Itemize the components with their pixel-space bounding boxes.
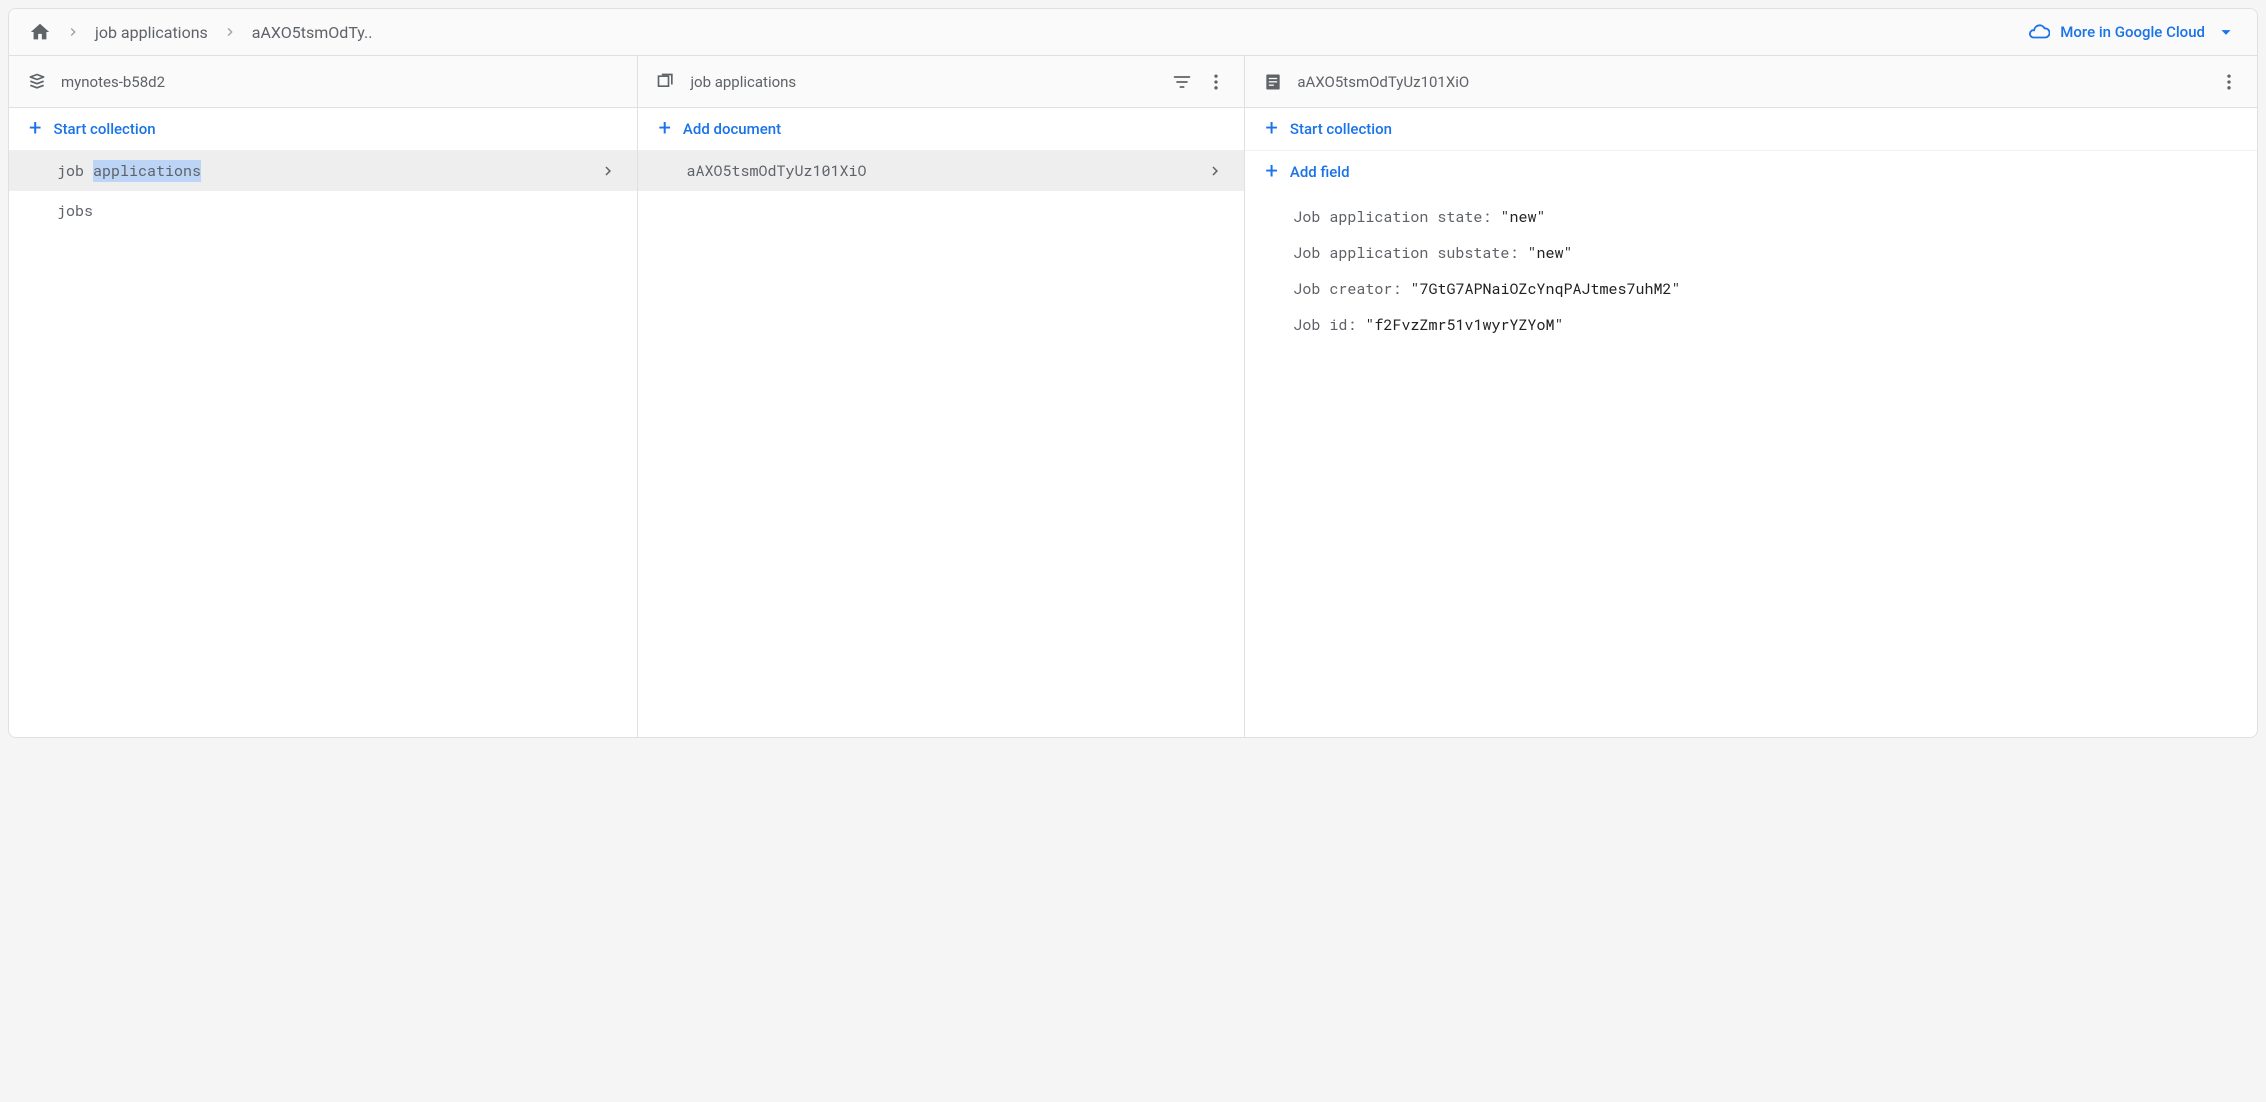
document-item[interactable]: aAXO5tsmOdTyUz101XiO — [638, 151, 1244, 191]
chevron-down-icon — [2215, 21, 2237, 43]
collection-icon — [656, 72, 676, 92]
plus-icon: + — [1265, 120, 1277, 138]
chevron-right-icon — [222, 24, 238, 40]
firestore-panel: job applications aAXO5tsmOdTy.. More in … — [8, 8, 2258, 738]
start-collection-button[interactable]: + Start collection — [9, 108, 637, 151]
plus-icon: + — [1265, 163, 1277, 181]
plus-icon: + — [29, 120, 41, 138]
field-value: 7GtG7APNaiOZcYnqPAJtmes7uhM2 — [1419, 279, 1671, 299]
collection-name-highlight: applications — [93, 160, 201, 182]
more-in-google-cloud-label: More in Google Cloud — [2060, 23, 2205, 41]
document-icon — [1263, 72, 1283, 92]
column-root-header: mynotes-b58d2 — [9, 56, 637, 108]
column-collection-header: job applications — [638, 56, 1244, 108]
chevron-right-icon — [65, 24, 81, 40]
add-field-label: Add field — [1290, 163, 1350, 181]
more-vert-icon[interactable] — [1206, 72, 1226, 92]
field-row[interactable]: Job application state: "new" — [1245, 199, 2257, 235]
column-document-header: aAXO5tsmOdTyUz101XiO — [1245, 56, 2257, 108]
column-root: mynotes-b58d2 + Start collection job app… — [9, 56, 638, 737]
breadcrumb: job applications aAXO5tsmOdTy.. — [29, 21, 372, 43]
doc-start-collection-label: Start collection — [1290, 120, 1392, 138]
documents-list: aAXO5tsmOdTyUz101XiO — [638, 151, 1244, 737]
collection-item[interactable]: jobs — [9, 191, 637, 231]
field-key: Job application state — [1293, 207, 1482, 227]
collection-item[interactable]: job applications — [9, 151, 637, 191]
breadcrumb-bar: job applications aAXO5tsmOdTy.. More in … — [9, 9, 2257, 56]
field-row[interactable]: Job creator: "7GtG7APNaiOZcYnqPAJtmes7uh… — [1245, 271, 2257, 307]
breadcrumb-document[interactable]: aAXO5tsmOdTy.. — [252, 23, 373, 42]
root-title: mynotes-b58d2 — [61, 73, 165, 91]
fields-list: Job application state: "new" Job applica… — [1245, 193, 2257, 349]
field-row[interactable]: Job application substate: "new" — [1245, 235, 2257, 271]
collection-name-prefix: jobs — [57, 201, 93, 221]
chevron-right-icon — [599, 162, 617, 180]
database-icon — [27, 72, 47, 92]
home-icon[interactable] — [29, 21, 51, 43]
more-vert-icon[interactable] — [2219, 72, 2239, 92]
document-title: aAXO5tsmOdTyUz101XiO — [1297, 73, 1469, 91]
field-row[interactable]: Job id: "f2FvzZmr51v1wyrYZYoM" — [1245, 307, 2257, 343]
start-collection-label: Start collection — [53, 120, 155, 138]
add-document-label: Add document — [683, 120, 781, 138]
column-document: aAXO5tsmOdTyUz101XiO + Start collection … — [1245, 56, 2257, 737]
field-key: Job id — [1293, 315, 1347, 335]
add-field-button[interactable]: + Add field — [1245, 151, 2257, 193]
collections-list: job applications jobs — [9, 151, 637, 737]
field-key: Job application substate — [1293, 243, 1509, 263]
more-in-google-cloud-button[interactable]: More in Google Cloud — [2028, 21, 2237, 43]
filter-icon[interactable] — [1172, 72, 1192, 92]
add-document-button[interactable]: + Add document — [638, 108, 1244, 151]
doc-start-collection-button[interactable]: + Start collection — [1245, 108, 2257, 151]
field-value: new — [1509, 207, 1536, 227]
document-id: aAXO5tsmOdTyUz101XiO — [686, 161, 866, 181]
chevron-right-icon — [1206, 162, 1224, 180]
column-collection: job applications + Add document aAXO5tsm — [638, 56, 1245, 737]
collection-name-prefix: job — [57, 161, 93, 181]
cloud-icon — [2028, 21, 2050, 43]
field-value: new — [1536, 243, 1563, 263]
collection-title: job applications — [690, 73, 796, 91]
breadcrumb-collection[interactable]: job applications — [95, 23, 208, 42]
columns: mynotes-b58d2 + Start collection job app… — [9, 56, 2257, 737]
plus-icon: + — [658, 120, 670, 138]
field-key: Job creator — [1293, 279, 1392, 299]
field-value: f2FvzZmr51v1wyrYZYoM — [1374, 315, 1554, 335]
